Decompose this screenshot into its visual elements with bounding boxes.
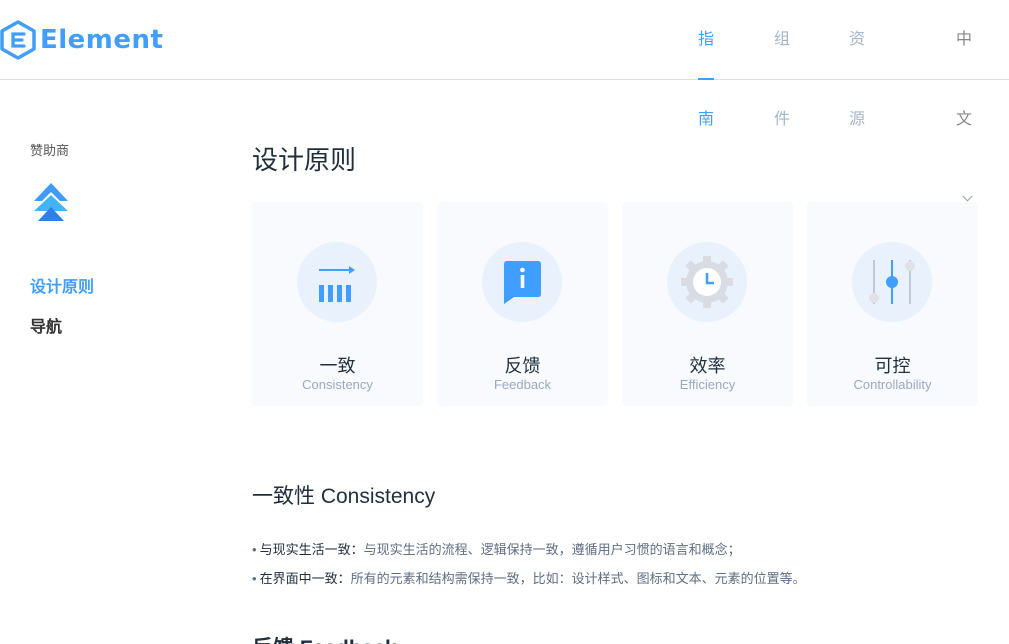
card-title: 效率 <box>689 356 726 376</box>
sidebar-item-design-principles[interactable]: 设计原则 <box>30 273 94 297</box>
bullet-label: 在界面中一致： <box>259 571 351 586</box>
feedback-icon <box>504 261 541 304</box>
nav-item-components[interactable]: 组件 <box>774 0 790 128</box>
language-label: 中文 <box>956 31 973 128</box>
consistency-bullets: • 与现实生活一致：与现实生活的流程、逻辑保持一致，遵循用户习惯的语言和概念； •… <box>252 535 992 593</box>
card-title: 一致 <box>319 356 356 376</box>
controllability-icon <box>869 260 915 304</box>
nav-active-indicator <box>698 78 715 80</box>
list-item: • 在界面中一致：所有的元素和结构需保持一致，比如：设计样式、图标和文本、元素的位… <box>252 564 992 593</box>
nav-item-guide[interactable]: 指南 <box>698 0 715 128</box>
card-consistency[interactable]: 一致 Consistency <box>252 202 423 406</box>
card-title: 可控 <box>874 356 911 376</box>
nav-item-resources[interactable]: 资源 <box>849 0 865 128</box>
bullet-dot: • <box>252 542 257 557</box>
nav-item-label: 组件 <box>774 31 791 128</box>
nav-item-label: 资源 <box>849 31 866 128</box>
bullet-text: 所有的元素和结构需保持一致，比如：设计样式、图标和文本、元素的位置等。 <box>350 571 806 586</box>
card-icon-background <box>297 242 377 322</box>
element-logo-icon <box>0 20 36 60</box>
logo[interactable]: Element <box>0 20 163 60</box>
card-icon-background <box>667 242 747 322</box>
sponsor-logo-icon[interactable] <box>30 181 72 223</box>
page: Element 指南 组件 资源 中文 赞助商 设计原则 导航 设计原则 一致 … <box>0 0 1009 644</box>
efficiency-icon <box>681 256 733 308</box>
bullet-dot: • <box>252 571 257 586</box>
sidebar-item-navigation[interactable]: 导航 <box>30 313 62 337</box>
top-header: Element 指南 组件 资源 中文 <box>0 0 1009 202</box>
card-subtitle: Feedback <box>493 377 552 392</box>
language-dropdown[interactable]: 中文 <box>956 0 973 202</box>
section-title-consistency: 一致性 Consistency <box>252 485 436 508</box>
bullet-text: 与现实生活的流程、逻辑保持一致，遵循用户习惯的语言和概念； <box>363 542 741 557</box>
section-title-feedback: 反馈 Feedback <box>252 632 397 644</box>
card-controllability[interactable]: 可控 Controllability <box>807 202 978 406</box>
card-feedback[interactable]: 反馈 Feedback <box>437 202 608 406</box>
sidebar: 赞助商 设计原则 导航 <box>30 140 210 336</box>
list-item: • 与现实生活一致：与现实生活的流程、逻辑保持一致，遵循用户习惯的语言和概念； <box>252 535 992 564</box>
page-title: 设计原则 <box>252 145 357 175</box>
chevron-down-icon <box>962 191 973 202</box>
principle-cards: 一致 Consistency 反馈 Feedback 效率 Efficiency… <box>252 202 992 406</box>
card-icon-background <box>482 242 562 322</box>
bullet-label: 与现实生活一致： <box>259 542 364 557</box>
card-title: 反馈 <box>504 356 541 376</box>
logo-text: Element <box>40 25 164 55</box>
card-subtitle: Controllability <box>853 377 932 392</box>
card-icon-background <box>852 242 932 322</box>
consistency-icon <box>319 266 355 302</box>
card-efficiency[interactable]: 效率 Efficiency <box>622 202 793 406</box>
card-subtitle: Consistency <box>302 377 373 392</box>
card-subtitle: Efficiency <box>679 377 736 392</box>
sponsor-title: 赞助商 <box>30 143 70 158</box>
